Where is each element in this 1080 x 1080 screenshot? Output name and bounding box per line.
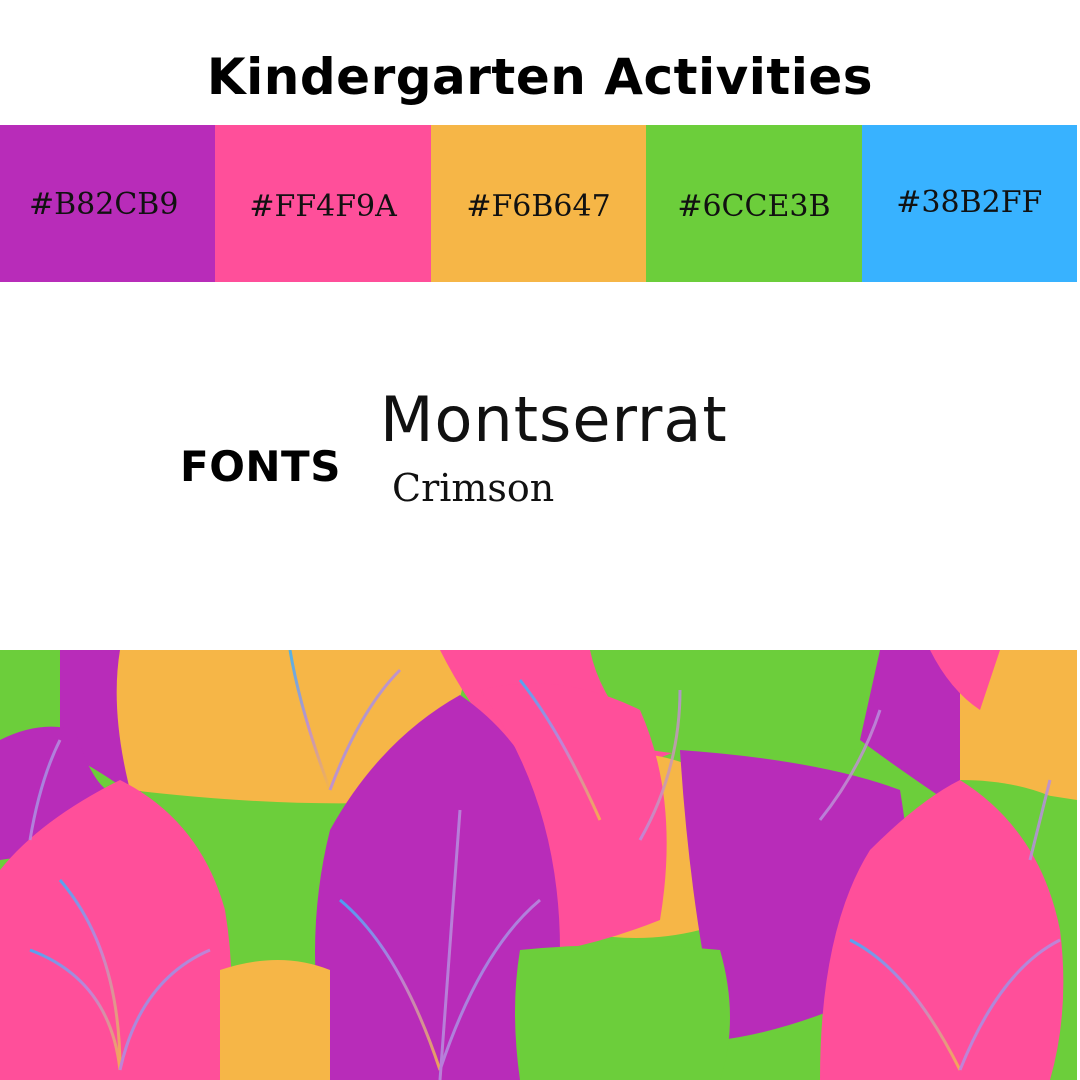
color-swatch-blue: #38B2FF [861, 125, 1078, 282]
secondary-font-name: Crimson [392, 466, 555, 510]
color-palette: #B82CB9 #FF4F9A #F6B647 #6CCE3B #38B2FF [0, 125, 1078, 282]
color-swatch-pink: #FF4F9A [215, 125, 431, 282]
color-swatch-label: #6CCE3B [677, 189, 831, 224]
color-swatch-label: #FF4F9A [249, 189, 397, 224]
color-swatch-label: #B82CB9 [28, 187, 179, 222]
fonts-heading: FONTS [180, 442, 341, 491]
color-swatch-label: #38B2FF [896, 185, 1043, 220]
color-swatch-label: #F6B647 [466, 189, 611, 224]
page-title: Kindergarten Activities [206, 48, 874, 106]
color-swatch-purple: #B82CB9 [0, 125, 216, 282]
color-swatch-orange: #F6B647 [430, 125, 647, 282]
color-swatch-green: #6CCE3B [646, 125, 862, 282]
primary-font-name: Montserrat [380, 383, 728, 456]
leaf-pattern-image [0, 650, 1077, 1080]
